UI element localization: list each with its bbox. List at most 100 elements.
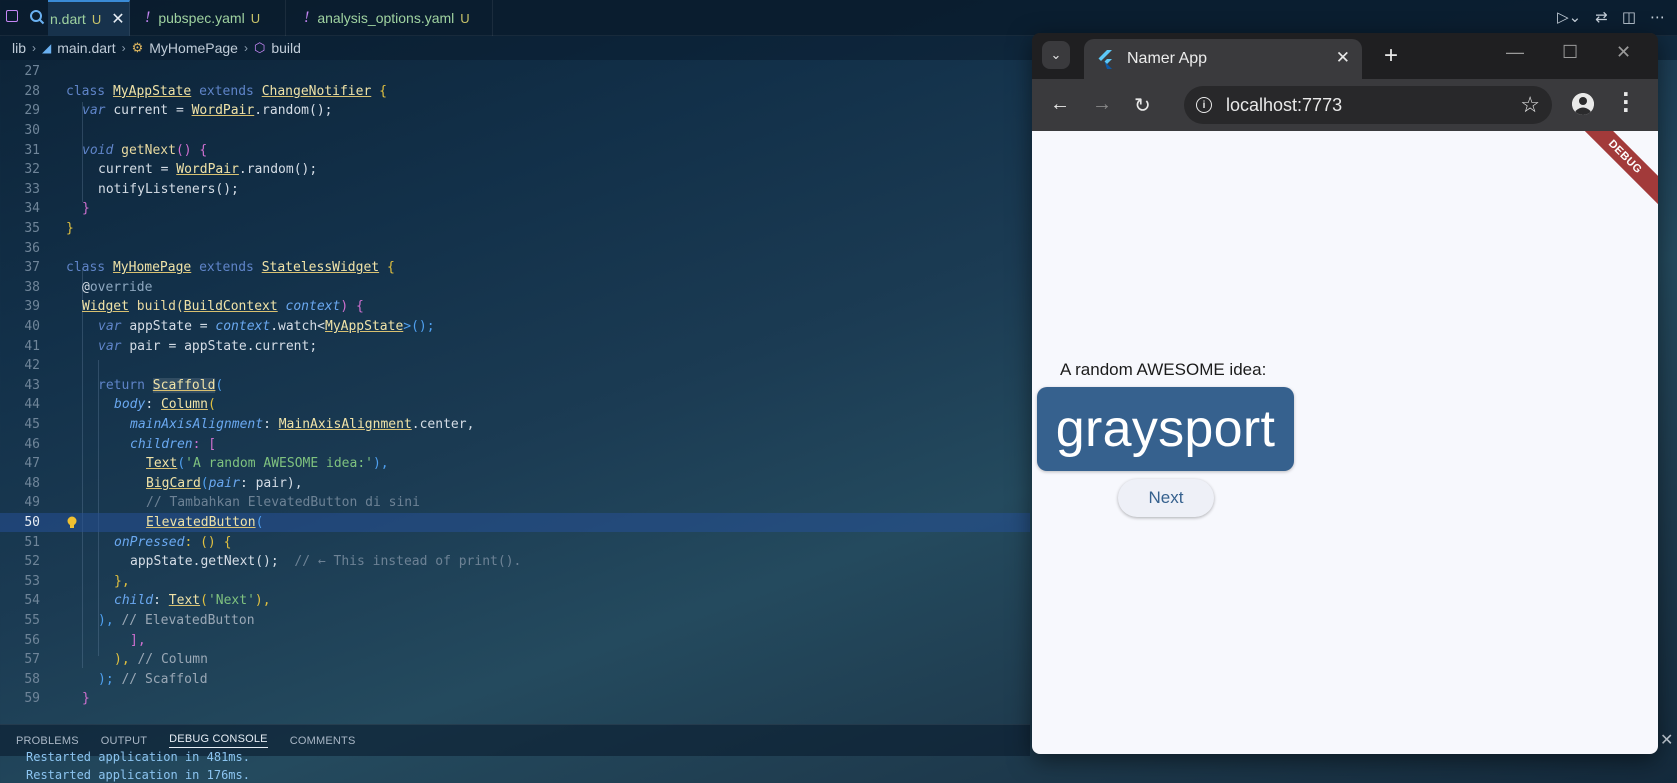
code-text: onPressed: () { xyxy=(114,534,232,550)
code-text: } xyxy=(82,201,90,217)
search-icon[interactable] xyxy=(28,8,46,26)
profile-avatar-icon[interactable] xyxy=(1572,93,1594,115)
close-icon[interactable]: ✕ xyxy=(111,9,124,29)
line-number: 32 xyxy=(24,162,40,178)
new-tab-icon[interactable]: + xyxy=(1384,42,1398,70)
breadcrumb-class[interactable]: MyHomePage xyxy=(149,40,238,56)
code-text: mainAxisAlignment: MainAxisAlignment.cen… xyxy=(130,417,475,433)
tab-analysis-options[interactable]: ! analysis_options.yaml U xyxy=(287,0,493,36)
browser-tab[interactable]: Namer App ✕ xyxy=(1084,39,1362,79)
split-editor-icon[interactable]: ◫ xyxy=(1622,8,1636,26)
line-number: 57 xyxy=(24,652,40,668)
tab-problems[interactable]: PROBLEMS xyxy=(16,735,79,747)
breadcrumb-folder[interactable]: lib xyxy=(12,40,26,56)
chevron-right-icon: › xyxy=(121,41,126,55)
line-number: 29 xyxy=(24,103,40,119)
line-number: 59 xyxy=(24,691,40,707)
code-line: 32 current = WordPair.random(); xyxy=(0,160,1030,180)
site-info-icon[interactable]: i xyxy=(1196,97,1212,113)
line-number: 54 xyxy=(24,593,40,609)
minimize-icon[interactable]: — xyxy=(1506,42,1524,63)
bookmark-star-icon[interactable]: ☆ xyxy=(1520,92,1540,118)
chevron-down-icon[interactable]: ⌄ xyxy=(1042,41,1070,69)
line-number: 42 xyxy=(24,358,40,374)
breadcrumb-file[interactable]: main.dart xyxy=(57,40,115,56)
code-text: body: Column( xyxy=(114,397,216,413)
line-number: 45 xyxy=(24,417,40,433)
tab-pubspec[interactable]: ! pubspec.yaml U xyxy=(131,0,286,36)
compare-changes-icon[interactable]: ⇄ xyxy=(1595,8,1608,26)
code-line: 33 notifyListeners(); xyxy=(0,180,1030,200)
code-line: 58 ); // Scaffold xyxy=(0,670,1030,690)
tab-label: analysis_options.yaml xyxy=(317,10,455,26)
code-text: ], xyxy=(130,632,146,648)
debug-console[interactable]: Restarted application in 481ms. Restarte… xyxy=(0,750,1030,783)
code-text: } xyxy=(66,221,74,237)
line-number: 44 xyxy=(24,397,40,413)
line-number: 33 xyxy=(24,181,40,197)
code-text: class MyAppState extends ChangeNotifier … xyxy=(66,83,387,99)
code-text: ); // Scaffold xyxy=(98,671,208,687)
lightbulb-icon[interactable] xyxy=(66,516,78,530)
code-line: 31 void getNext() { xyxy=(0,140,1030,160)
untracked-badge: U xyxy=(250,10,261,26)
run-debug-icon[interactable]: ▷⌄ xyxy=(1557,8,1581,26)
tab-main-dart[interactable]: n.dart U ✕ xyxy=(48,0,130,36)
next-button[interactable]: Next xyxy=(1118,479,1214,517)
more-actions-icon[interactable]: ⋯ xyxy=(1650,8,1665,26)
code-text: BigCard(pair: pair), xyxy=(146,475,303,491)
breadcrumb-method[interactable]: build xyxy=(271,40,301,56)
code-line: 42 xyxy=(0,356,1030,376)
close-icon[interactable]: ✕ xyxy=(1660,730,1673,749)
source-control-icon[interactable] xyxy=(6,10,18,22)
code-text: } xyxy=(82,691,90,707)
line-number: 30 xyxy=(24,123,40,139)
tab-comments[interactable]: COMMENTS xyxy=(290,735,356,747)
tab-output[interactable]: OUTPUT xyxy=(101,735,147,747)
code-line: 40 var appState = context.watch<MyAppSta… xyxy=(0,317,1030,337)
address-bar[interactable]: i localhost:7773 ☆ xyxy=(1184,86,1552,124)
close-window-icon[interactable]: ✕ xyxy=(1616,42,1631,63)
tab-debug-console[interactable]: DEBUG CONSOLE xyxy=(169,733,268,748)
code-line: 49 // Tambahkan ElevatedButton di sini xyxy=(0,493,1030,513)
code-line: 45 mainAxisAlignment: MainAxisAlignment.… xyxy=(0,415,1030,435)
line-number: 41 xyxy=(24,338,40,354)
code-text: ElevatedButton( xyxy=(146,515,264,531)
line-number: 36 xyxy=(24,240,40,256)
untracked-badge: U xyxy=(91,11,102,27)
back-icon[interactable]: ← xyxy=(1050,93,1070,116)
code-line: 37 class MyHomePage extends StatelessWid… xyxy=(0,258,1030,278)
line-number: 58 xyxy=(24,671,40,687)
code-line: 46 children: [ xyxy=(0,434,1030,454)
line-number: 47 xyxy=(24,456,40,472)
code-line: 38 @override xyxy=(0,278,1030,298)
line-number: 40 xyxy=(24,319,40,335)
code-line: 30 xyxy=(0,121,1030,141)
line-number: 53 xyxy=(24,573,40,589)
editor-tab-bar: n.dart U ✕ ! pubspec.yaml U ! analysis_o… xyxy=(0,0,1677,36)
line-number: 56 xyxy=(24,632,40,648)
code-line: 47 Text('A random AWESOME idea:'), xyxy=(0,454,1030,474)
line-number: 51 xyxy=(24,534,40,550)
word-pair-text: graysport xyxy=(1055,400,1276,458)
reload-icon[interactable]: ↻ xyxy=(1134,93,1151,118)
code-line: 44 body: Column( xyxy=(0,395,1030,415)
line-number: 46 xyxy=(24,436,40,452)
forward-icon[interactable]: → xyxy=(1092,93,1112,116)
more-menu-icon[interactable]: · · · xyxy=(1622,84,1630,120)
line-number: 39 xyxy=(24,299,40,315)
chevron-right-icon: › xyxy=(32,41,37,55)
code-editor[interactable]: 27 28 class MyAppState extends ChangeNot… xyxy=(0,62,1030,720)
code-text: var appState = context.watch<MyAppState>… xyxy=(98,319,435,335)
close-icon[interactable]: ✕ xyxy=(1336,48,1350,68)
console-line: Restarted application in 176ms. xyxy=(26,768,250,782)
class-symbol-icon: ⚙ xyxy=(131,40,144,55)
code-text: }, xyxy=(114,573,130,589)
line-number: 48 xyxy=(24,475,40,491)
browser-window: ⌄ Namer App ✕ + — ☐ ✕ ← → ↻ i localhost:… xyxy=(1032,33,1658,754)
maximize-icon[interactable]: ☐ xyxy=(1562,42,1578,63)
tab-label: pubspec.yaml xyxy=(158,10,245,26)
editor-actions: ▷⌄ ⇄ ◫ ⋯ xyxy=(1557,8,1665,26)
code-line: 35 } xyxy=(0,219,1030,239)
code-text: @override xyxy=(82,279,153,295)
